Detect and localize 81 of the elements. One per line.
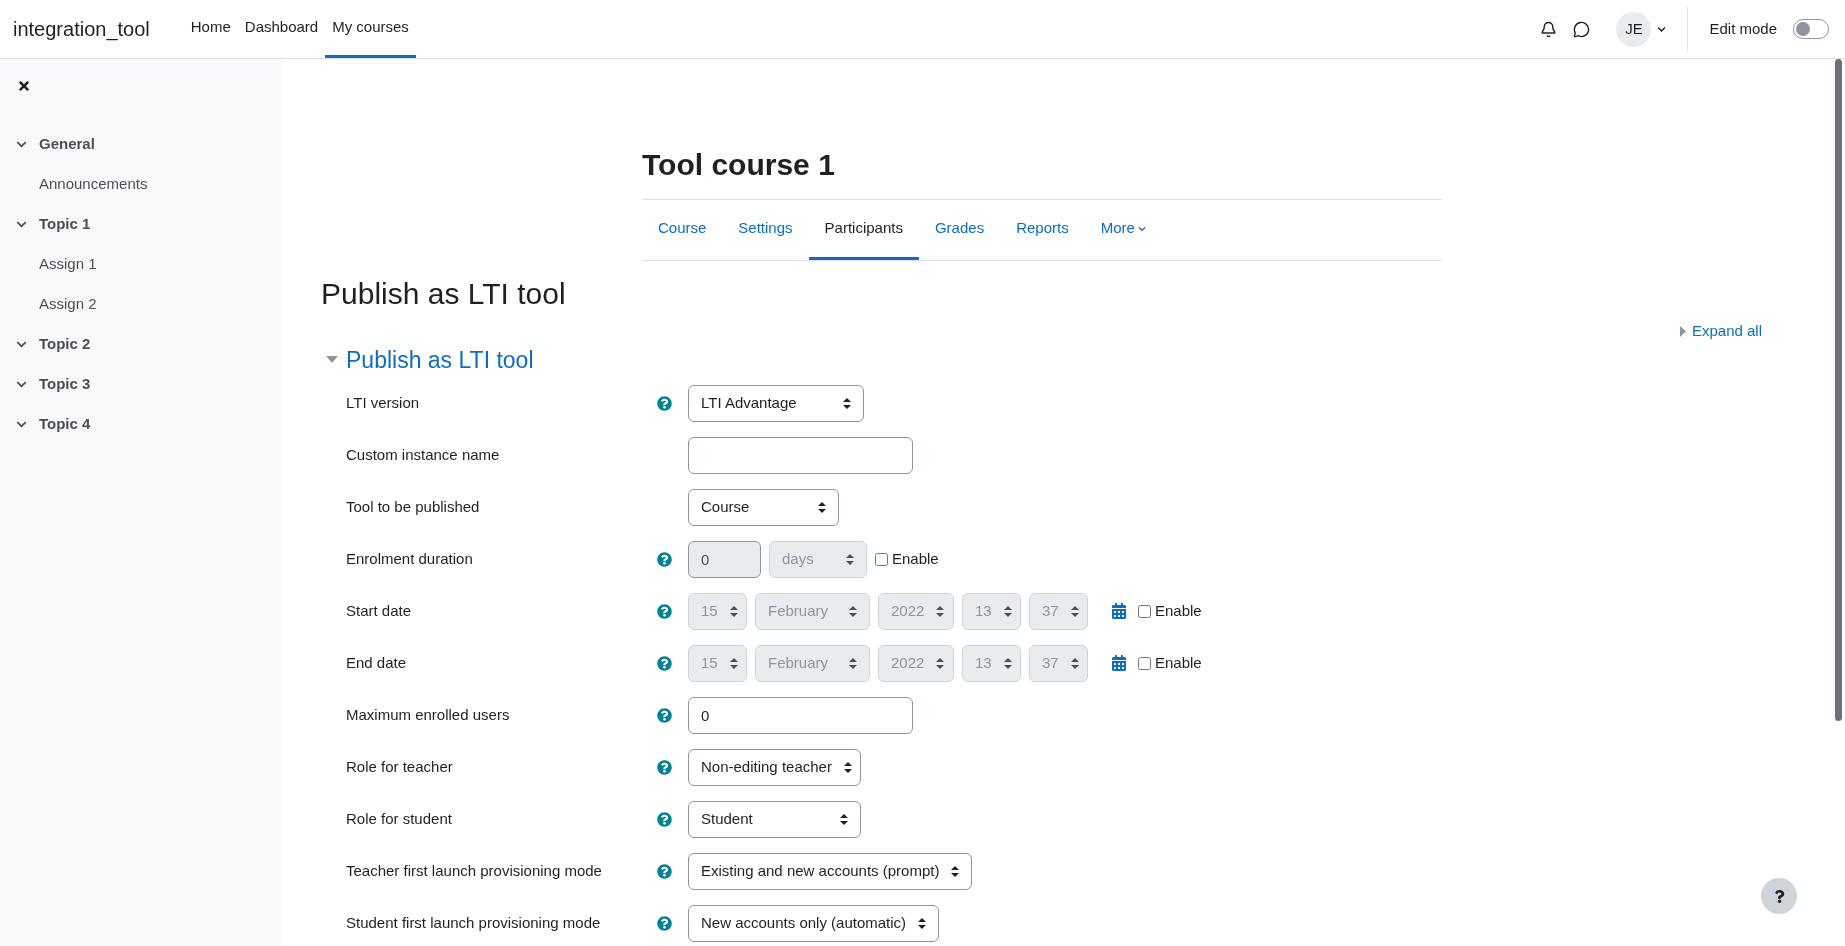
help-icon[interactable] bbox=[657, 811, 672, 827]
section-link[interactable]: Topic 2 bbox=[39, 332, 91, 356]
select-field[interactable]: LTI Advantage bbox=[688, 384, 864, 422]
enable-label: Enable bbox=[892, 548, 939, 569]
enable-label: Enable bbox=[1155, 600, 1202, 621]
activity-link[interactable]: Assign 1 bbox=[39, 252, 97, 276]
help-icon[interactable] bbox=[657, 863, 672, 879]
text-field[interactable]: 0 bbox=[688, 696, 913, 734]
field-label: Role for teacher bbox=[346, 758, 453, 775]
sort-icon bbox=[849, 605, 857, 617]
enable-label: Enable bbox=[1155, 652, 1202, 673]
section-link[interactable]: General bbox=[39, 132, 95, 156]
field-label: Custom instance name bbox=[346, 446, 500, 463]
field-label: LTI version bbox=[346, 394, 420, 411]
field-label: Role for student bbox=[346, 810, 452, 827]
help-icon[interactable] bbox=[657, 759, 672, 775]
field-label: Start date bbox=[346, 602, 412, 619]
collapse-icon[interactable] bbox=[326, 356, 338, 364]
close-icon[interactable] bbox=[18, 79, 30, 93]
sort-icon bbox=[936, 605, 945, 617]
notifications-icon[interactable] bbox=[1540, 20, 1558, 38]
activity-link[interactable]: Announcements bbox=[39, 172, 148, 196]
text-field[interactable] bbox=[688, 436, 913, 474]
sort-icon bbox=[1070, 605, 1079, 617]
section-link[interactable]: Topic 1 bbox=[39, 212, 91, 236]
course-tab[interactable]: Grades bbox=[918, 200, 1001, 260]
section-heading[interactable]: Publish as LTI tool bbox=[346, 342, 534, 377]
select-field[interactable]: New accounts only (automatic) bbox=[688, 904, 940, 942]
course-tab[interactable]: Settings bbox=[722, 200, 809, 260]
field-label: Maximum enrolled users bbox=[346, 706, 510, 723]
edit-mode-label: Edit mode bbox=[1709, 18, 1777, 39]
section-link[interactable]: Topic 4 bbox=[39, 412, 91, 436]
course-tab[interactable]: More bbox=[1084, 200, 1162, 260]
select-field[interactable]: Student bbox=[688, 800, 861, 838]
site-name[interactable]: integration_tool bbox=[13, 14, 150, 44]
sort-icon bbox=[936, 657, 945, 669]
caret-icon bbox=[1137, 224, 1146, 233]
sort-icon bbox=[846, 553, 854, 565]
field-label: Tool to be published bbox=[346, 498, 480, 515]
page-heading: Publish as LTI tool bbox=[321, 276, 567, 312]
sort-icon bbox=[818, 501, 826, 513]
expand-all-link[interactable]: Expand all bbox=[1679, 320, 1762, 343]
course-tab[interactable]: Reports bbox=[1000, 200, 1085, 260]
sort-icon bbox=[729, 657, 738, 669]
field-label: Enrolment duration bbox=[346, 550, 473, 567]
select-field[interactable]: Existing and new accounts (prompt) bbox=[688, 852, 973, 890]
question-icon bbox=[1773, 889, 1785, 903]
sort-icon bbox=[1070, 657, 1079, 669]
select-field[interactable]: Non-editing teacher bbox=[688, 748, 861, 786]
sort-icon bbox=[1003, 605, 1012, 617]
section-link[interactable]: Topic 3 bbox=[39, 372, 91, 396]
sort-icon bbox=[729, 605, 738, 617]
scrollbar[interactable] bbox=[1835, 59, 1842, 721]
sort-icon bbox=[843, 761, 852, 773]
sort-icon bbox=[918, 917, 927, 929]
course-tab[interactable]: Participants bbox=[808, 200, 919, 260]
sort-icon bbox=[1003, 657, 1012, 669]
messages-icon[interactable] bbox=[1573, 20, 1591, 38]
nav-link[interactable]: Home bbox=[183, 0, 238, 58]
calendar-icon[interactable] bbox=[1112, 603, 1126, 619]
help-icon[interactable] bbox=[657, 707, 672, 723]
field-label: Teacher first launch provisioning mode bbox=[346, 862, 602, 879]
field-label: Student first launch provisioning mode bbox=[346, 914, 601, 931]
nav-link[interactable]: Dashboard bbox=[237, 0, 326, 58]
activity-link[interactable]: Assign 2 bbox=[39, 292, 97, 316]
calendar-icon[interactable] bbox=[1112, 655, 1126, 671]
sort-icon bbox=[843, 397, 851, 409]
help-icon[interactable] bbox=[657, 915, 672, 931]
sort-icon bbox=[849, 657, 857, 669]
sort-icon bbox=[951, 865, 960, 877]
course-tab[interactable]: Course bbox=[642, 200, 723, 260]
help-button[interactable] bbox=[1761, 878, 1797, 914]
field-label: End date bbox=[346, 654, 407, 671]
select-field[interactable]: Course bbox=[688, 488, 839, 526]
nav-link[interactable]: My courses bbox=[325, 0, 416, 58]
help-icon[interactable] bbox=[657, 395, 672, 411]
edit-mode-toggle[interactable] bbox=[1793, 19, 1829, 39]
sort-icon bbox=[840, 813, 848, 825]
caret-icon bbox=[1657, 24, 1667, 34]
expand-icon bbox=[1679, 325, 1686, 337]
course-title: Tool course 1 bbox=[642, 147, 836, 183]
